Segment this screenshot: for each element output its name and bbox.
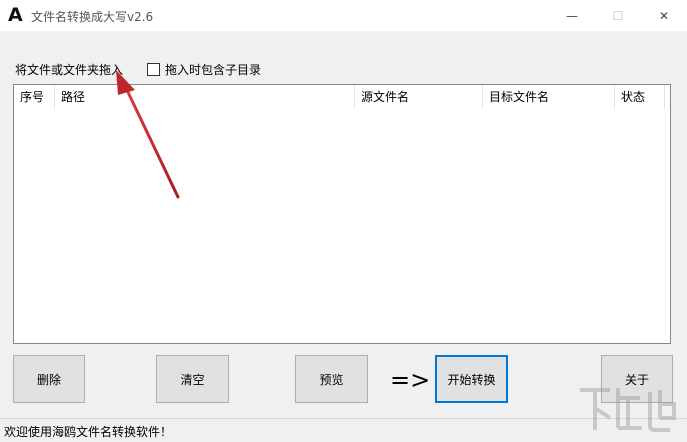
maximize-icon: ☐ — [612, 8, 624, 23]
column-header-status[interactable]: 状态 — [615, 85, 665, 109]
minimize-icon: — — [566, 8, 578, 23]
close-button[interactable]: ✕ — [641, 0, 687, 31]
column-header-target-name[interactable]: 目标文件名 — [483, 85, 615, 109]
status-text: 欢迎使用海鸥文件名转换软件！ — [4, 425, 173, 439]
title-bar: A 文件名转换成大写v2.6 — ☐ ✕ — [0, 0, 687, 31]
close-icon: ✕ — [658, 8, 670, 23]
include-subdirs-label: 拖入时包含子目录 — [165, 63, 262, 77]
checkbox-icon[interactable] — [147, 63, 160, 76]
file-list[interactable]: 序号 路径 源文件名 目标文件名 状态 — [13, 84, 671, 344]
column-header-index[interactable]: 序号 — [14, 85, 55, 109]
window-title: 文件名转换成大写v2.6 — [31, 10, 154, 24]
preview-button[interactable]: 预览 — [295, 355, 368, 403]
delete-button[interactable]: 删除 — [13, 355, 85, 403]
app-icon: A — [8, 4, 23, 26]
maximize-button[interactable]: ☐ — [595, 0, 641, 31]
watermark-logo — [580, 388, 676, 432]
include-subdirs-checkbox[interactable]: 拖入时包含子目录 — [147, 61, 261, 78]
column-header-source-name[interactable]: 源文件名 — [355, 85, 483, 109]
minimize-button[interactable]: — — [549, 0, 595, 31]
start-convert-button[interactable]: 开始转换 — [435, 355, 508, 403]
arrow-icon: => — [390, 366, 431, 394]
column-header-path[interactable]: 路径 — [55, 85, 355, 109]
drop-instruction-label: 将文件或文件夹拖入 — [15, 63, 124, 77]
list-header: 序号 路径 源文件名 目标文件名 状态 — [14, 85, 670, 109]
clear-button[interactable]: 清空 — [156, 355, 229, 403]
